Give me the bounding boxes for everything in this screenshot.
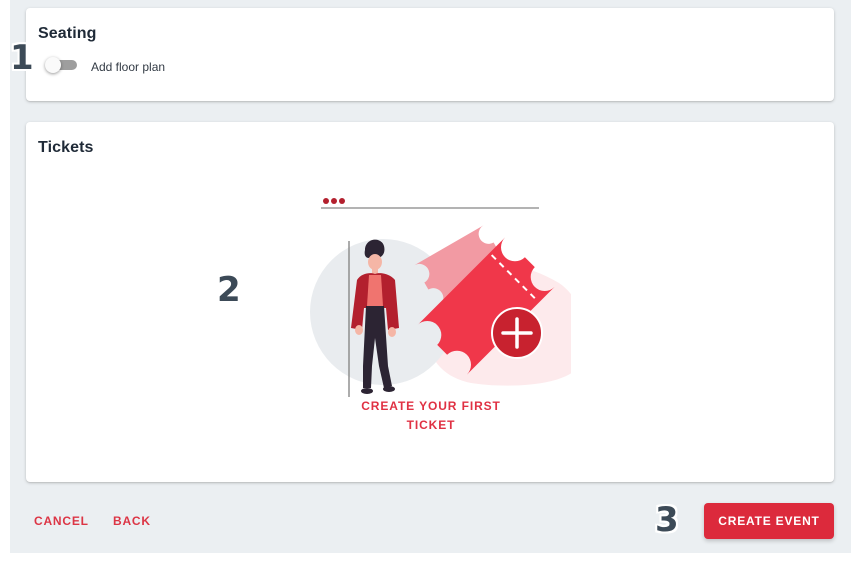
toggle-thumb: [45, 57, 61, 73]
cancel-button[interactable]: CANCEL: [34, 514, 89, 528]
create-event-button[interactable]: CREATE EVENT: [704, 503, 834, 539]
event-form-page: Seating Add floor plan Tickets CREATE YO…: [10, 0, 851, 553]
create-first-ticket-link[interactable]: CREATE YOUR FIRST TICKET: [356, 397, 506, 435]
seating-title: Seating: [38, 25, 97, 42]
person-with-tickets-illustration: [310, 198, 571, 397]
step-marker-3: 3: [655, 500, 679, 540]
floor-plan-toggle[interactable]: [45, 54, 79, 76]
step-marker-2: 2: [217, 270, 241, 310]
back-button[interactable]: BACK: [113, 514, 151, 528]
floor-plan-toggle-label[interactable]: Add floor plan: [91, 60, 165, 74]
tickets-card: Tickets CREATE YOUR FIRST TICKET: [26, 122, 834, 482]
plus-circle-icon: [491, 307, 543, 359]
seating-card: Seating Add floor plan: [26, 8, 834, 101]
tickets-title: Tickets: [38, 139, 94, 156]
step-marker-1: 1: [10, 38, 34, 78]
